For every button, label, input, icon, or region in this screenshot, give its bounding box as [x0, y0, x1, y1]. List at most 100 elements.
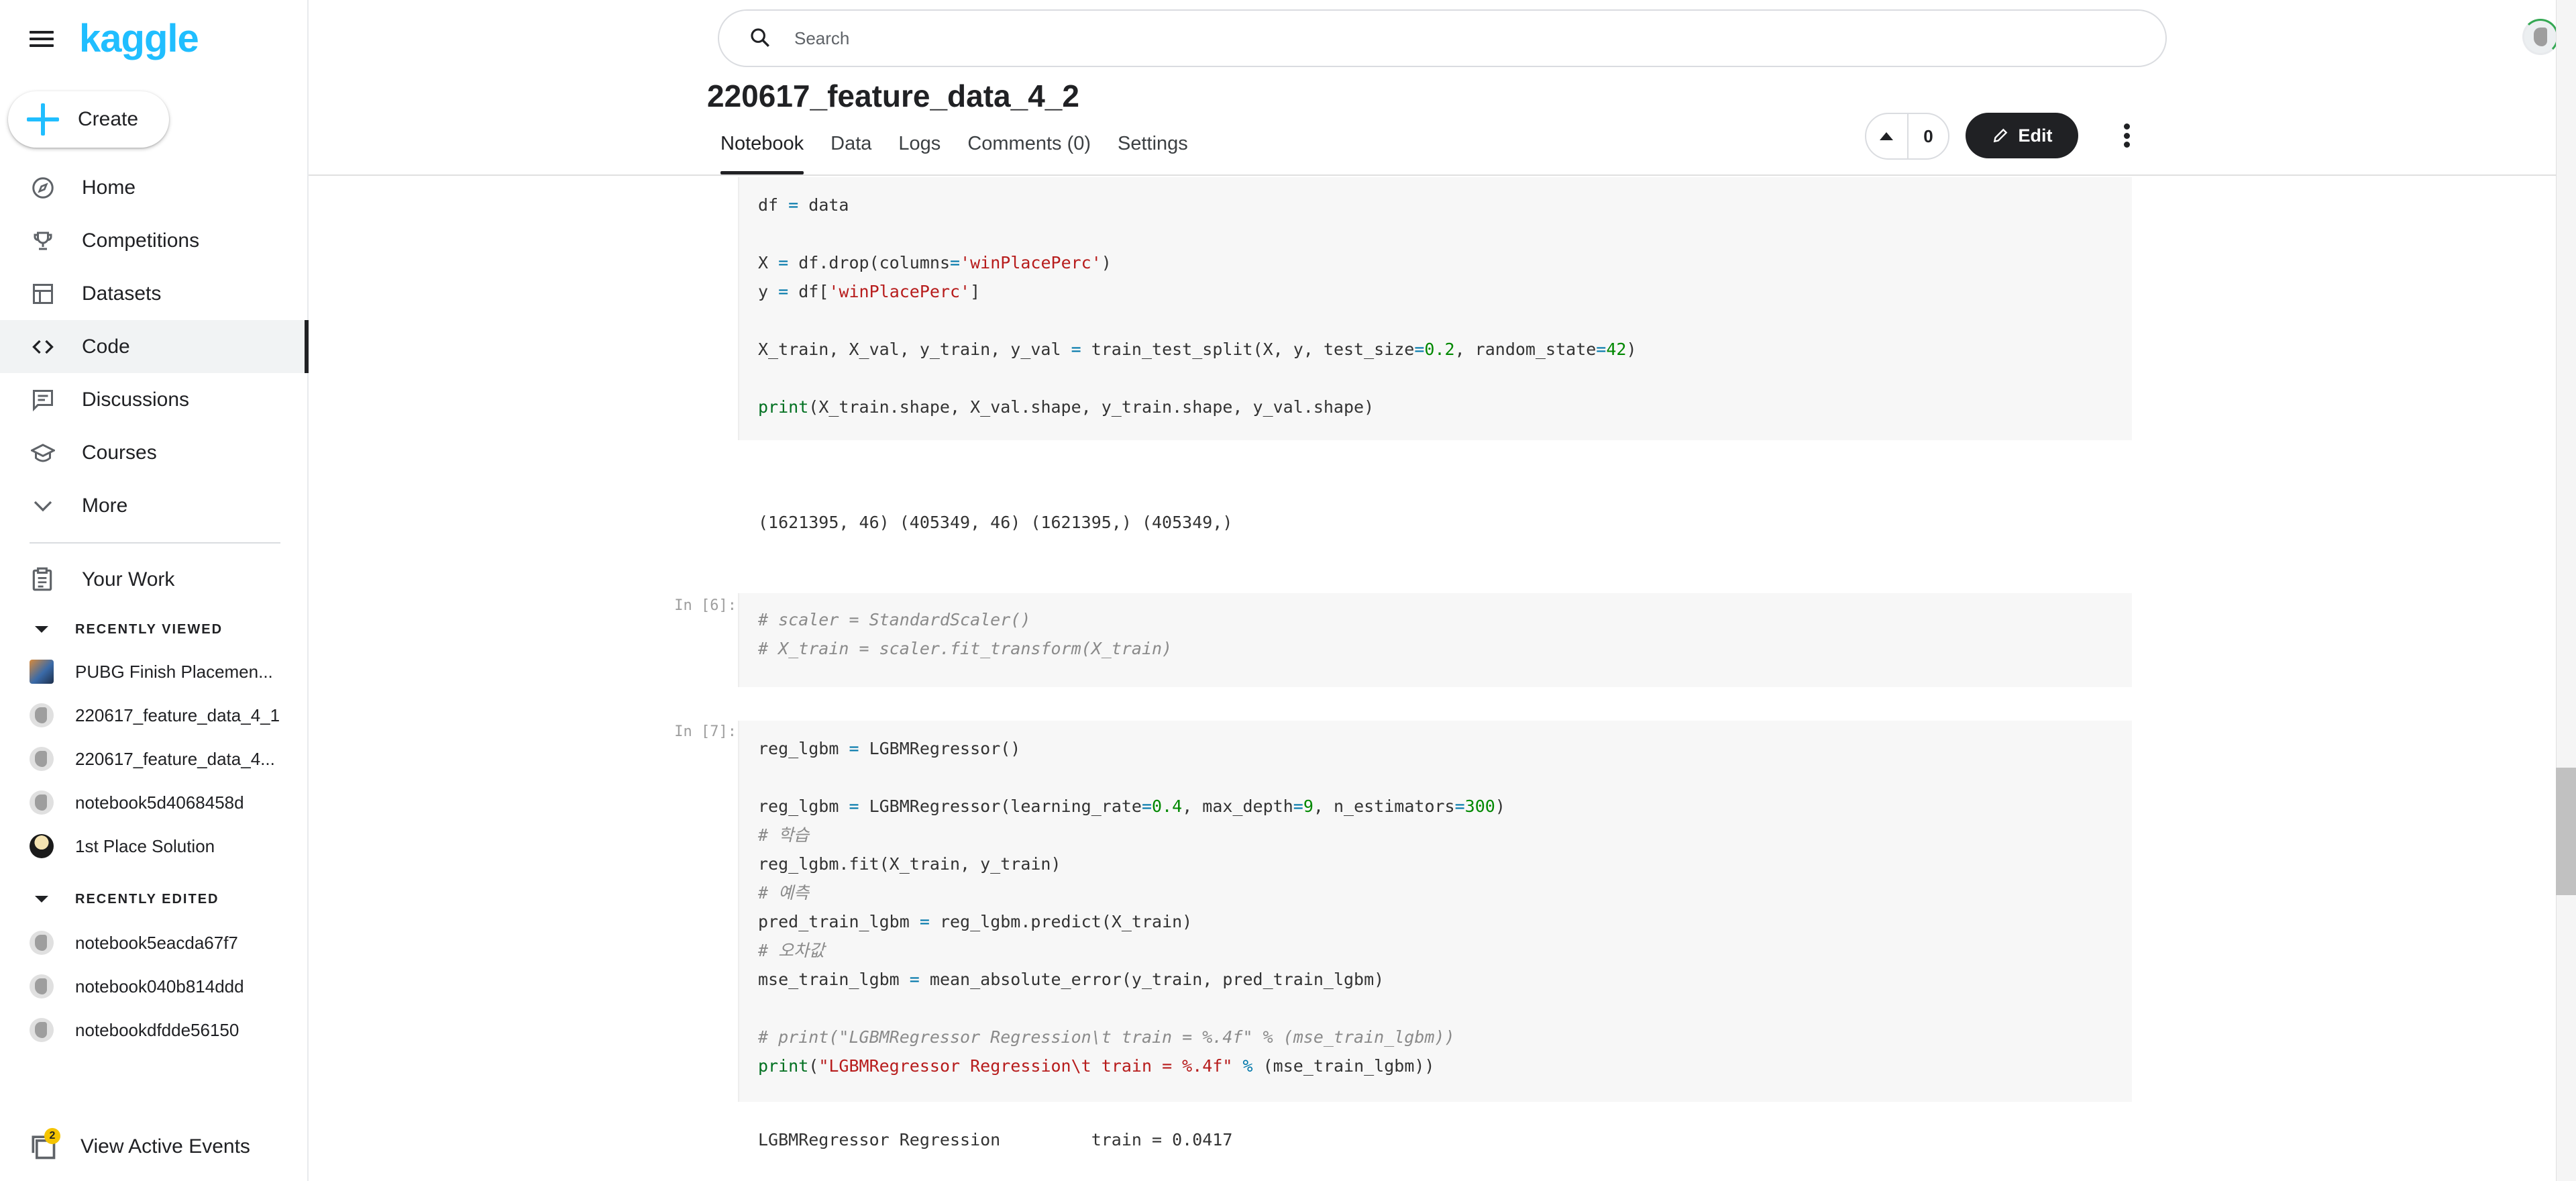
- code-line: mse_train_lgbm = mean_absolute_error(y_t…: [758, 970, 1385, 989]
- recent-item-label: 1st Place Solution: [75, 835, 215, 856]
- recent-item[interactable]: 220617_feature_data_4_1: [0, 694, 309, 737]
- recently-viewed-toggle[interactable]: RECENTLY VIEWED: [0, 616, 309, 643]
- cell-prompt: In [7]:: [674, 723, 737, 740]
- sidebar-item-code[interactable]: Code: [0, 320, 309, 373]
- code-cell[interactable]: df = data X = df.drop(columns='winPlaceP…: [738, 177, 2132, 440]
- sidebar-item-more[interactable]: More: [0, 479, 309, 532]
- active-events-label: View Active Events: [80, 1135, 250, 1158]
- code-line: print(X_train.shape, X_val.shape, y_trai…: [758, 397, 1375, 417]
- sidebar-item-label: Courses: [82, 441, 157, 464]
- competition-thumbnail: [30, 660, 54, 684]
- stacked-pages-icon: 2: [28, 1128, 60, 1162]
- search-icon: [749, 26, 773, 50]
- plus-icon: [27, 103, 59, 136]
- compass-icon: [30, 174, 56, 201]
- recent-item-label: notebook040b814ddd: [75, 976, 244, 996]
- sidebar-item-datasets[interactable]: Datasets: [0, 267, 309, 320]
- user-avatar[interactable]: [2522, 19, 2559, 55]
- recent-item[interactable]: notebook5eacda67f7: [0, 921, 309, 964]
- sidebar-item-label: Code: [82, 335, 130, 358]
- sidebar-item-label: Datasets: [82, 282, 162, 305]
- user-avatar: [30, 834, 54, 858]
- code-cell[interactable]: reg_lgbm = LGBMRegressor() reg_lgbm = LG…: [738, 721, 2132, 1102]
- create-label: Create: [78, 108, 139, 130]
- sidebar-item-label: Competitions: [82, 229, 200, 252]
- caret-down-icon: [35, 896, 48, 903]
- sidebar-nav: Home Competitions Datasets Code Discussi…: [0, 161, 309, 532]
- scrollbar-thumb[interactable]: [2556, 768, 2576, 895]
- your-work-label: Your Work: [82, 568, 175, 590]
- pencil-icon: [1993, 128, 2007, 143]
- tab-comments[interactable]: Comments (0): [967, 129, 1091, 172]
- create-button[interactable]: Create: [8, 91, 169, 148]
- recent-item[interactable]: PUBG Finish Placemen...: [0, 650, 309, 693]
- code-line: pred_train_lgbm = reg_lgbm.predict(X_tra…: [758, 912, 1193, 931]
- more-options-icon[interactable]: [2123, 123, 2131, 148]
- trophy-icon: [30, 227, 56, 254]
- code-line: print("LGBMRegressor Regression\t train …: [758, 1056, 1435, 1076]
- edit-label: Edit: [2018, 125, 2053, 146]
- search-bar[interactable]: [718, 9, 2167, 67]
- sidebar-item-courses[interactable]: Courses: [0, 426, 309, 479]
- user-avatar: [30, 747, 54, 771]
- recent-item[interactable]: 220617_feature_data_4...: [0, 737, 309, 780]
- tab-logs[interactable]: Logs: [898, 129, 941, 172]
- menu-icon[interactable]: [30, 27, 54, 51]
- view-active-events[interactable]: 2 View Active Events: [0, 1123, 309, 1170]
- sidebar-item-your-work[interactable]: Your Work: [0, 554, 309, 605]
- sidebar-item-label: More: [82, 494, 128, 517]
- code-line: reg_lgbm.fit(X_train, y_train): [758, 854, 1061, 874]
- forum-icon: [30, 387, 56, 413]
- tab-settings[interactable]: Settings: [1118, 129, 1188, 172]
- sidebar-item-home[interactable]: Home: [0, 161, 309, 214]
- vote-count: 0: [1923, 125, 1933, 146]
- recent-item-label: 220617_feature_data_4_1: [75, 705, 280, 725]
- sidebar-divider: [30, 542, 280, 544]
- table-icon: [30, 280, 56, 307]
- upvote-button[interactable]: [1866, 114, 1909, 158]
- tab-notebook[interactable]: Notebook: [720, 129, 804, 174]
- code-line: # 오차값: [758, 941, 825, 960]
- cell-prompt: In [6]:: [674, 597, 737, 614]
- code-line: # print("LGBMRegressor Regression\t trai…: [758, 1027, 1455, 1047]
- code-line: # scaler = StandardScaler(): [758, 610, 1031, 629]
- sidebar-item-competitions[interactable]: Competitions: [0, 214, 309, 267]
- code-line: # 예측: [758, 883, 810, 903]
- recently-edited-toggle[interactable]: RECENTLY EDITED: [0, 886, 309, 913]
- sidebar-item-discussions[interactable]: Discussions: [0, 373, 309, 426]
- user-avatar: [30, 931, 54, 955]
- code-line: X_train, X_val, y_train, y_val = train_t…: [758, 340, 1637, 359]
- scrollbar-track[interactable]: [2556, 0, 2576, 1181]
- school-icon: [30, 440, 56, 466]
- recent-item[interactable]: notebook5d4068458d: [0, 781, 309, 824]
- kaggle-logo[interactable]: kaggle: [79, 16, 199, 61]
- cell-output: (1621395, 46) (405349, 46) (1621395,) (4…: [758, 513, 1233, 532]
- user-avatar: [30, 974, 54, 998]
- recent-item[interactable]: notebook040b814ddd: [0, 965, 309, 1008]
- recent-item-label: PUBG Finish Placemen...: [75, 661, 273, 682]
- sidebar-item-label: Discussions: [82, 388, 190, 411]
- recently-viewed-title: RECENTLY VIEWED: [75, 621, 223, 637]
- code-line: y = df['winPlacePerc']: [758, 282, 981, 301]
- code-line: X = df.drop(columns='winPlacePerc'): [758, 253, 1112, 272]
- recent-item[interactable]: notebookdfdde56150: [0, 1009, 309, 1051]
- search-input[interactable]: [793, 27, 2070, 50]
- recent-item[interactable]: 1st Place Solution: [0, 825, 309, 868]
- code-line: # X_train = scaler.fit_transform(X_train…: [758, 639, 1173, 658]
- code-line: reg_lgbm = LGBMRegressor(learning_rate=0…: [758, 797, 1505, 816]
- code-line: df = data: [758, 195, 849, 215]
- cell-output: LGBMRegressor Regression train = 0.0417: [758, 1130, 1233, 1149]
- caret-down-icon: [35, 626, 48, 633]
- sidebar-item-label: Home: [82, 176, 136, 199]
- sidebar: kaggle Create Home Competitions Datasets: [0, 0, 309, 1181]
- tab-data[interactable]: Data: [830, 129, 871, 172]
- notebook-tabs: Notebook Data Logs Comments (0) Settings: [707, 129, 1201, 176]
- edit-button[interactable]: Edit: [1966, 113, 2078, 158]
- user-avatar: [30, 790, 54, 815]
- code-cell[interactable]: # scaler = StandardScaler() # X_train = …: [738, 593, 2132, 687]
